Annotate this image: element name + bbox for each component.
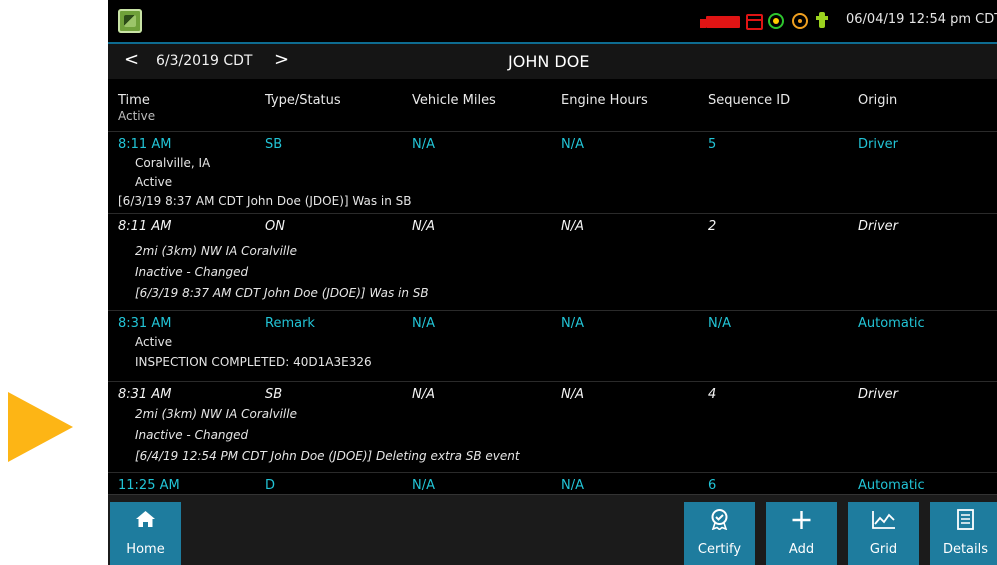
header-type-status: Type/Status: [265, 93, 341, 108]
home-button[interactable]: Home: [110, 502, 181, 565]
row-status: Active: [135, 175, 173, 189]
calendar-icon: [746, 14, 763, 30]
plug-icon: [816, 12, 828, 28]
chevron-left-icon[interactable]: <: [124, 49, 139, 70]
row-time: 8:31 AM: [118, 316, 172, 331]
row-type: SB: [265, 387, 283, 402]
details-label: Details: [942, 542, 989, 557]
app-icon[interactable]: [118, 9, 142, 33]
antenna-icon: [792, 13, 808, 29]
row-miles: N/A: [412, 478, 435, 493]
chevron-right-icon[interactable]: >: [274, 49, 289, 70]
row-miles: N/A: [412, 316, 435, 331]
row-location: Coralville, IA: [135, 156, 211, 170]
row-origin: Driver: [858, 137, 899, 152]
row-location: 2mi (3km) NW IA Coralville: [135, 407, 297, 421]
table-row[interactable]: 8:31 AM Remark N/A N/A N/A Automatic Act…: [108, 311, 997, 382]
log-date: 6/3/2019 CDT: [156, 53, 253, 69]
row-status: Inactive - Changed: [135, 428, 249, 442]
row-type: ON: [265, 219, 285, 234]
row-annotation: INSPECTION COMPLETED: 40D1A3E326: [135, 355, 372, 369]
row-sequence: 5: [708, 137, 717, 152]
certify-button[interactable]: Certify: [684, 502, 755, 565]
home-icon: [136, 511, 155, 527]
table-header: Time Type/Status Vehicle Miles Engine Ho…: [108, 79, 997, 132]
row-time: 8:31 AM: [118, 387, 172, 402]
table-row[interactable]: 8:11 AM ON N/A N/A 2 Driver 2mi (3km) NW…: [108, 214, 997, 311]
row-annotation: [6/3/19 8:37 AM CDT John Doe (JDOE)] Was…: [118, 194, 412, 208]
row-origin: Automatic: [858, 478, 925, 493]
row-hours: N/A: [561, 137, 584, 152]
row-miles: N/A: [412, 219, 435, 234]
row-status: Active: [135, 335, 173, 349]
bottom-toolbar: Home Certify Add Grid Details: [108, 494, 997, 565]
row-annotation: [6/4/19 12:54 PM CDT John Doe (JDOE)] De…: [135, 449, 520, 463]
header-sequence-id: Sequence ID: [708, 93, 791, 108]
row-miles: N/A: [412, 137, 435, 152]
row-hours: N/A: [561, 387, 584, 402]
table-row[interactable]: 8:11 AM SB N/A N/A 5 Driver Coralville, …: [108, 132, 997, 214]
event-table[interactable]: Time Type/Status Vehicle Miles Engine Ho…: [108, 79, 997, 494]
truck-icon: [700, 16, 740, 28]
row-type: SB: [265, 137, 283, 152]
row-annotation: [6/3/19 8:37 AM CDT John Doe (JDOE)] Was…: [135, 286, 429, 300]
row-sequence: 2: [708, 219, 717, 234]
row-origin: Automatic: [858, 316, 925, 331]
add-button[interactable]: Add: [766, 502, 837, 565]
gps-icon: [768, 13, 784, 29]
certify-label: Certify: [697, 542, 742, 557]
row-hours: N/A: [561, 316, 584, 331]
header-vehicle-miles: Vehicle Miles: [412, 93, 496, 108]
certify-ribbon-icon: [711, 509, 728, 530]
row-sequence: 4: [708, 387, 717, 402]
home-label: Home: [126, 542, 165, 557]
row-origin: Driver: [858, 387, 899, 402]
header-origin: Origin: [858, 93, 898, 108]
row-type: D: [265, 478, 276, 493]
plus-icon: [792, 511, 811, 529]
row-status: Inactive - Changed: [135, 265, 249, 279]
table-row[interactable]: 11:25 AM D N/A N/A 6 Automatic: [108, 473, 997, 494]
status-bar: 06/04/19 12:54 pm CDT: [108, 0, 997, 44]
details-button[interactable]: Details: [930, 502, 997, 565]
row-time: 8:11 AM: [118, 219, 172, 234]
add-label: Add: [788, 542, 815, 557]
table-row[interactable]: 8:31 AM SB N/A N/A 4 Driver 2mi (3km) NW…: [108, 382, 997, 473]
status-datetime: 06/04/19 12:54 pm CDT: [846, 12, 997, 27]
row-time: 11:25 AM: [118, 478, 180, 493]
row-sequence: N/A: [708, 316, 731, 331]
row-miles: N/A: [412, 387, 435, 402]
grid-button[interactable]: Grid: [848, 502, 919, 565]
date-navigation-bar: < 6/3/2019 CDT > JOHN DOE: [108, 44, 997, 79]
row-origin: Driver: [858, 219, 899, 234]
line-chart-icon: [872, 511, 895, 529]
row-hours: N/A: [561, 478, 584, 493]
header-engine-hours: Engine Hours: [561, 93, 648, 108]
row-time: 8:11 AM: [118, 137, 172, 152]
document-list-icon: [957, 509, 974, 530]
row-hours: N/A: [561, 219, 584, 234]
driver-name: JOHN DOE: [508, 52, 590, 71]
device-screen: 06/04/19 12:54 pm CDT < 6/3/2019 CDT > J…: [108, 0, 997, 565]
pointer-arrow-icon: [8, 392, 73, 462]
row-sequence: 6: [708, 478, 717, 493]
grid-label: Grid: [869, 542, 898, 557]
header-time: Time: [118, 93, 150, 108]
row-type: Remark: [265, 316, 315, 331]
scrolled-status-text: Active: [118, 109, 156, 123]
row-location: 2mi (3km) NW IA Coralville: [135, 244, 297, 258]
